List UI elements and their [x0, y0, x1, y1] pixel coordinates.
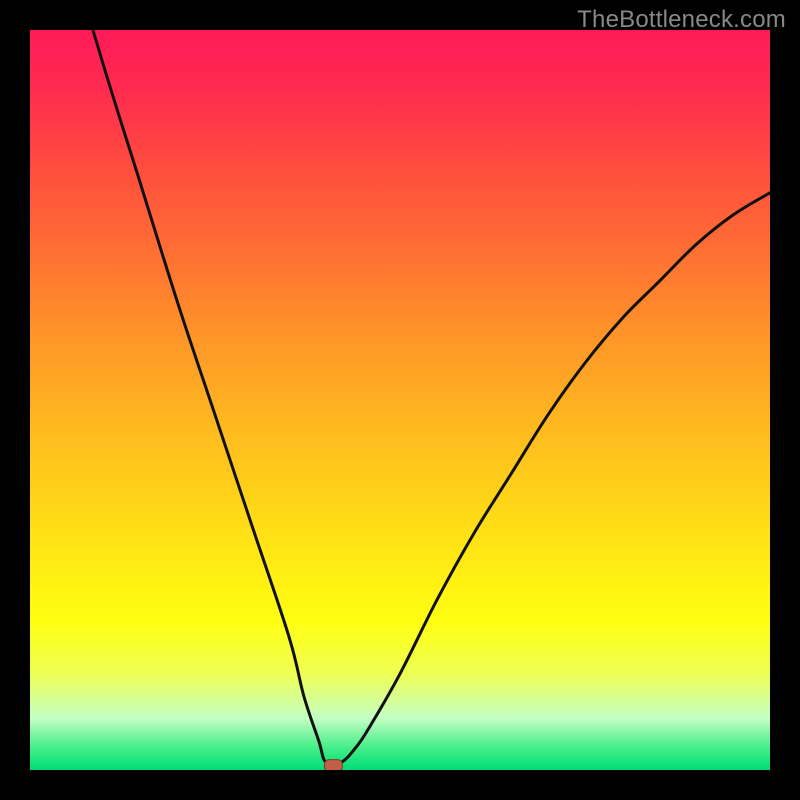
curve-svg [30, 30, 770, 770]
optimum-marker [324, 760, 342, 770]
plot-area [30, 30, 770, 770]
chart-frame: TheBottleneck.com [0, 0, 800, 800]
bottleneck-curve [30, 30, 770, 765]
